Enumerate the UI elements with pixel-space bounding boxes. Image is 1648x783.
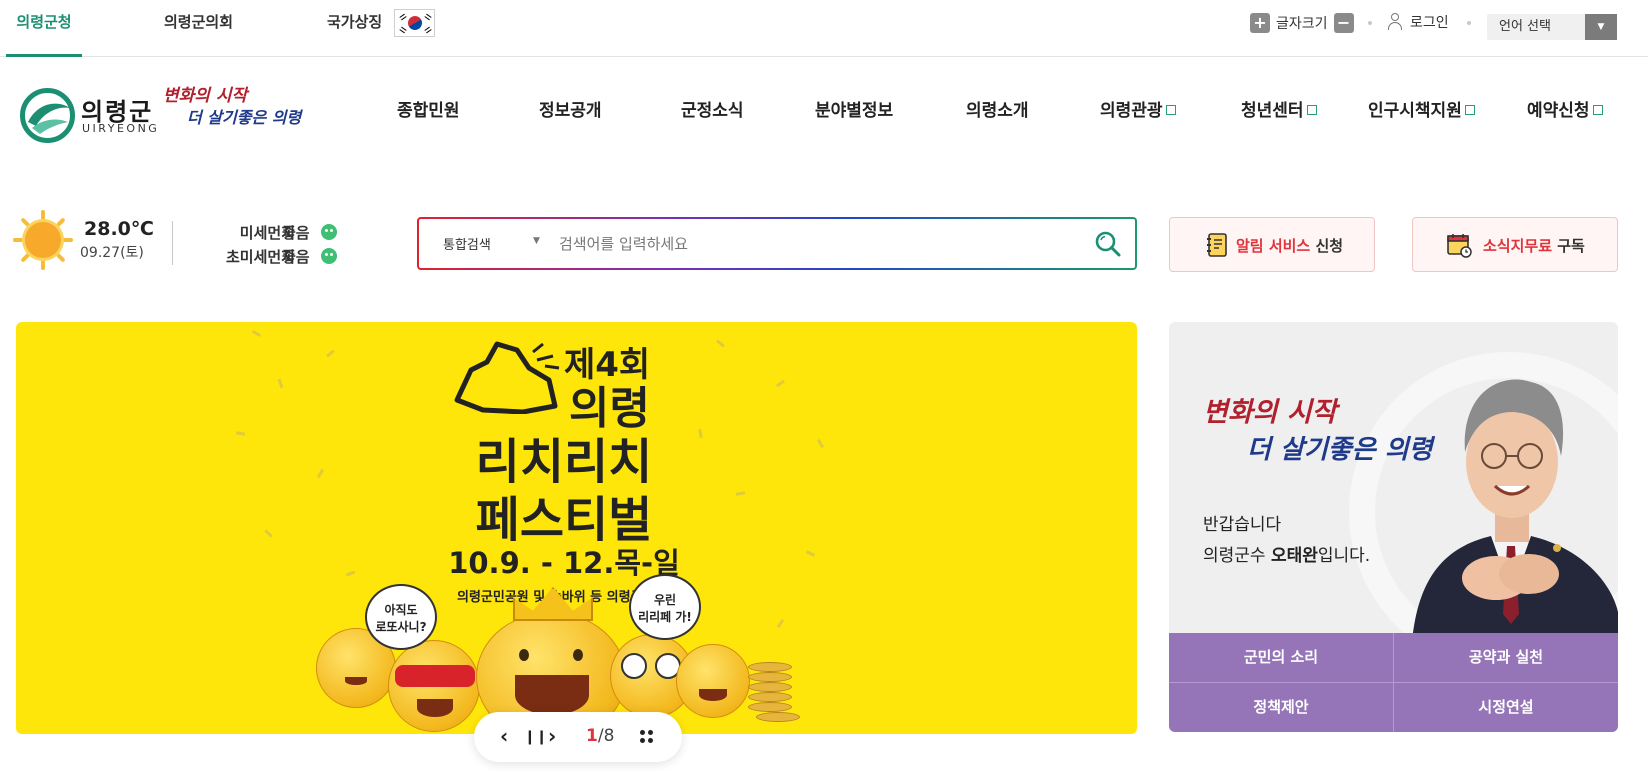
gnb-item-civil-service[interactable]: 종합민원 (397, 96, 460, 126)
top-utility-bar: 의령군청 의령군의회 국가상징 + 글자크기 − 로그인 언어 선택 ▼ (0, 0, 1648, 57)
mayor-links-grid: 군민의 소리 공약과 실천 정책제안 시정연설 (1169, 633, 1618, 732)
newsletter-suffix: 구독 (1557, 237, 1585, 255)
mayor-panel: 변화의 시작 더 살기좋은 의령 반갑습니다 의령군수 오태완입니다. 군민의 … (1169, 322, 1618, 732)
login-label: 로그인 (1410, 15, 1449, 31)
external-link-icon (1592, 105, 1603, 115)
search-icon[interactable] (1094, 230, 1122, 258)
external-link-icon (1165, 105, 1176, 115)
sun-icon (13, 210, 73, 270)
greeting-prefix: 의령군수 (1203, 546, 1271, 566)
gnb-label: 의령관광 (1100, 101, 1163, 121)
next-slide-button[interactable]: › (548, 725, 556, 747)
emoji-winking-icon (676, 644, 750, 718)
speech-bubble-right: 우린 리리페 가! (629, 574, 701, 640)
gnb-item-information-disclosure[interactable]: 정보공개 (539, 96, 602, 126)
divider (172, 221, 173, 265)
font-size-control: + 글자크기 − (1250, 12, 1354, 34)
login-link[interactable]: 로그인 (1386, 12, 1449, 32)
mayor-slogan-line-1: 변화의 시작 (1203, 397, 1337, 428)
notebook-icon (1207, 233, 1227, 257)
gnb-item-youth-center[interactable]: 청년센터 (1241, 96, 1317, 126)
font-increase-button[interactable]: + (1250, 13, 1270, 33)
ultrafine-dust-value: 좋음 (282, 248, 310, 266)
slide-current: 1 (586, 726, 598, 746)
alert-service-button[interactable]: 알림 서비스 신청 (1169, 217, 1375, 272)
font-decrease-button[interactable]: − (1333, 13, 1354, 33)
mayor-greeting: 반갑습니다 의령군수 오태완입니다. (1203, 510, 1370, 572)
external-link-icon (1464, 105, 1475, 115)
weather-date: 09.27(토) (80, 245, 144, 261)
gnb-label: 청년센터 (1241, 101, 1304, 121)
gnb-item-county-news[interactable]: 군정소식 (681, 96, 744, 126)
mayor-slogan: 변화의 시작 더 살기좋은 의령 (1203, 396, 1433, 467)
gnb-label: 정보공개 (539, 101, 602, 121)
fine-dust-value: 좋음 (282, 224, 310, 242)
separator-dot (1467, 21, 1471, 25)
search-bar: 통합검색 ▼ (417, 217, 1137, 270)
greeting-suffix: 입니다. (1317, 546, 1371, 566)
good-face-icon (321, 224, 337, 240)
main-banner[interactable]: 제4회 의령 리치리치 페스티벌 10.9. - 12.목-일 의령군민공원 및… (16, 322, 1137, 734)
gnb-item-tourism[interactable]: 의령관광 (1100, 96, 1176, 126)
gnb-label: 예약신청 (1527, 101, 1590, 121)
alert-service-suffix: 신청 (1315, 237, 1344, 255)
site-logo[interactable]: 의령군 UIRYEONG 변화의 시작 더 살기좋은 의령 (20, 84, 360, 146)
chevron-down-icon[interactable]: ▼ (1585, 14, 1617, 40)
external-link-icon (1306, 105, 1317, 115)
slide-total: /8 (597, 726, 615, 746)
speech-bubble-left: 아직도 로또사니? (365, 584, 437, 650)
newsletter-highlight: 소식지무료 (1483, 237, 1553, 255)
temperature: 28.0℃ (84, 218, 154, 240)
bubble-left-text: 아직도 로또사니? (375, 603, 427, 634)
gnb-item-population-policy[interactable]: 인구시책지원 (1368, 96, 1475, 126)
gnb-label: 종합민원 (397, 101, 460, 121)
county-emblem-icon (20, 88, 75, 143)
tab-national-symbols[interactable]: 국가상징 (327, 0, 382, 57)
link-citizens-voice[interactable]: 군민의 소리 (1169, 633, 1393, 682)
newsletter-subscribe-button[interactable]: 소식지무료 구독 (1412, 217, 1618, 272)
prev-slide-button[interactable]: ‹ (500, 725, 508, 747)
emoji-sunglasses-icon (388, 640, 480, 732)
tab-county-office[interactable]: 의령군청 (6, 0, 82, 57)
korean-flag-icon[interactable] (394, 9, 435, 37)
bubble-right-text: 우린 리리페 가! (638, 593, 692, 624)
tab-county-council[interactable]: 의령군의회 (164, 0, 233, 57)
banner-pager: ‹ ❙❙ › 1/8 (474, 712, 682, 762)
pause-button[interactable]: ❙❙ (524, 726, 547, 748)
gnb-item-reservation[interactable]: 예약신청 (1527, 96, 1603, 126)
good-face-icon (321, 248, 337, 264)
gnb-label: 의령소개 (966, 101, 1029, 121)
link-administrative-speech[interactable]: 시정연설 (1394, 683, 1618, 732)
greeting-line-1: 반갑습니다 (1203, 515, 1282, 535)
separator-dot (1368, 21, 1372, 25)
divider (1169, 682, 1618, 683)
link-pledges-practice[interactable]: 공약과 실천 (1394, 633, 1618, 682)
gnb-label: 군정소식 (681, 101, 744, 121)
search-scope-select[interactable]: 통합검색 (443, 234, 491, 253)
mayor-name: 오태완 (1270, 546, 1318, 566)
chevron-down-icon[interactable]: ▼ (533, 236, 540, 246)
slogan-line-1: 변화의 시작 (163, 86, 248, 106)
language-select-label: 언어 선택 (1499, 19, 1551, 34)
user-icon (1386, 13, 1404, 31)
logo-slogan: 변화의 시작 더 살기좋은 의령 (163, 86, 301, 128)
slogan-line-2: 더 살기좋은 의령 (187, 108, 302, 127)
mayor-portrait (1411, 379, 1618, 654)
gnb-item-about-uiryeong[interactable]: 의령소개 (966, 96, 1029, 126)
mayor-slogan-line-2: 더 살기좋은 의령 (1247, 435, 1433, 465)
gnb-item-field-info[interactable]: 분야별정보 (815, 96, 893, 126)
mountain-rock-icon (454, 341, 560, 414)
slide-counter: 1/8 (586, 726, 614, 746)
font-size-label: 글자크기 (1276, 16, 1328, 32)
gnb-label: 분야별정보 (815, 101, 894, 121)
language-select[interactable]: 언어 선택 ▼ (1487, 14, 1617, 40)
link-policy-proposal[interactable]: 정책제안 (1169, 683, 1393, 732)
calendar-icon (1447, 234, 1472, 258)
alert-service-highlight: 알림 서비스 (1236, 237, 1311, 255)
search-input[interactable] (559, 230, 1059, 257)
logo-english: UIRYEONG (82, 122, 160, 135)
all-slides-grid-icon[interactable] (640, 730, 654, 744)
gnb-label: 인구시책지원 (1368, 101, 1462, 121)
